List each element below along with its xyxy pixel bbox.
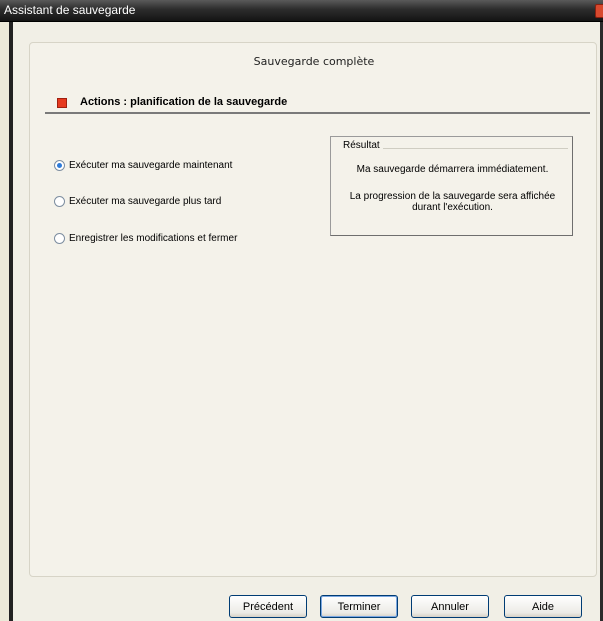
close-icon[interactable] — [595, 4, 603, 18]
title-bar[interactable]: Assistant de sauvegarde — [0, 0, 603, 22]
section-header: Actions : planification de la sauvegarde — [45, 94, 590, 114]
radio-button-icon[interactable] — [54, 233, 65, 244]
radio-button-icon[interactable] — [54, 196, 65, 207]
radio-save-and-close[interactable]: Enregistrer les modifications et fermer — [54, 233, 237, 244]
previous-button[interactable]: Précédent — [229, 595, 307, 618]
finish-button[interactable]: Terminer — [320, 595, 398, 618]
result-line-1: Ma sauvegarde démarrera immédiatement. — [356, 164, 549, 175]
radio-run-later[interactable]: Exécuter ma sauvegarde plus tard — [54, 196, 221, 207]
result-groupbox: Résultat Ma sauvegarde démarrera immédia… — [330, 136, 573, 236]
cancel-button[interactable]: Annuler — [411, 595, 489, 618]
radio-label[interactable]: Enregistrer les modifications et fermer — [69, 233, 237, 244]
client-area: Sauvegarde complète Actions : planificat… — [13, 22, 600, 621]
result-line-3: durant l'exécution. — [412, 202, 493, 213]
result-divider — [383, 148, 568, 149]
content-panel: Sauvegarde complète Actions : planificat… — [29, 42, 597, 577]
panel-title: Sauvegarde complète — [253, 55, 375, 68]
radio-run-now[interactable]: Exécuter ma sauvegarde maintenant — [54, 160, 232, 171]
radio-button-icon[interactable] — [54, 160, 65, 171]
radio-label[interactable]: Exécuter ma sauvegarde maintenant — [69, 160, 232, 171]
wizard-window: Assistant de sauvegarde Sauvegarde compl… — [0, 0, 603, 621]
window-title: Assistant de sauvegarde — [4, 3, 136, 17]
section-square-icon — [57, 98, 67, 108]
result-line-2: La progression de la sauvegarde sera aff… — [349, 191, 556, 202]
section-title: Actions : planification de la sauvegarde — [80, 96, 288, 108]
help-button[interactable]: Aide — [504, 595, 582, 618]
radio-label[interactable]: Exécuter ma sauvegarde plus tard — [69, 196, 221, 207]
result-title: Résultat — [343, 140, 380, 151]
